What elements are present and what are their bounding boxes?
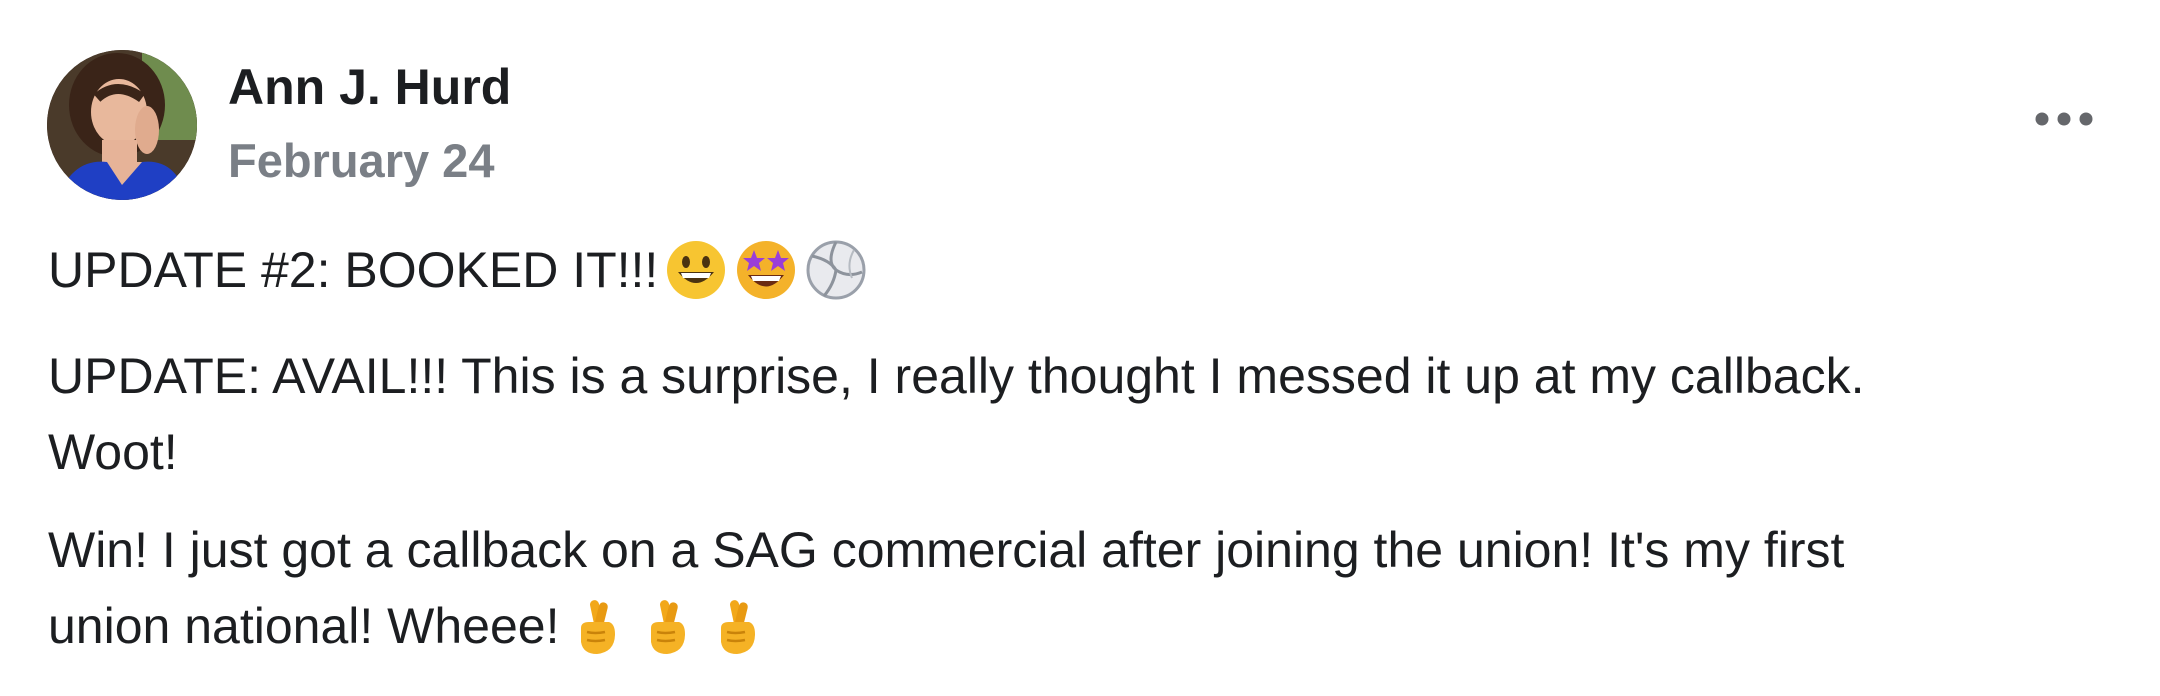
post-text-line: Woot! (48, 424, 178, 480)
post-text-line-with-emoji: union national! Wheee! (48, 588, 1844, 664)
post-paragraph-2: UPDATE: AVAIL!!! This is a surprise, I r… (48, 338, 1864, 490)
volleyball-icon (804, 238, 868, 302)
more-horizontal-icon (2035, 112, 2093, 126)
avatar-photo (47, 50, 197, 200)
post-text-line: Win! I just got a callback on a SAG comm… (48, 522, 1845, 578)
crossed-fingers-icon (705, 594, 769, 658)
post-date[interactable]: February 24 (228, 133, 494, 188)
crossed-fingers-icon (635, 594, 699, 658)
post-text-line: union national! Wheee! (48, 598, 560, 654)
post-paragraph-1: UPDATE #2: BOOKED IT!!! (48, 232, 868, 308)
crossed-fingers-icon (565, 594, 629, 658)
more-options-button[interactable] (2030, 96, 2098, 142)
post-text-line: UPDATE #2: BOOKED IT!!! (48, 242, 659, 298)
feed-post: Ann J. Hurd February 24 UPDATE #2: BOOKE… (0, 0, 2160, 696)
grinning-face-icon (664, 238, 728, 302)
post-text-line: UPDATE: AVAIL!!! This is a surprise, I r… (48, 348, 1865, 404)
star-struck-face-icon (734, 238, 798, 302)
author-name[interactable]: Ann J. Hurd (228, 58, 511, 116)
avatar[interactable] (47, 50, 197, 200)
post-paragraph-3: Win! I just got a callback on a SAG comm… (48, 512, 1844, 664)
